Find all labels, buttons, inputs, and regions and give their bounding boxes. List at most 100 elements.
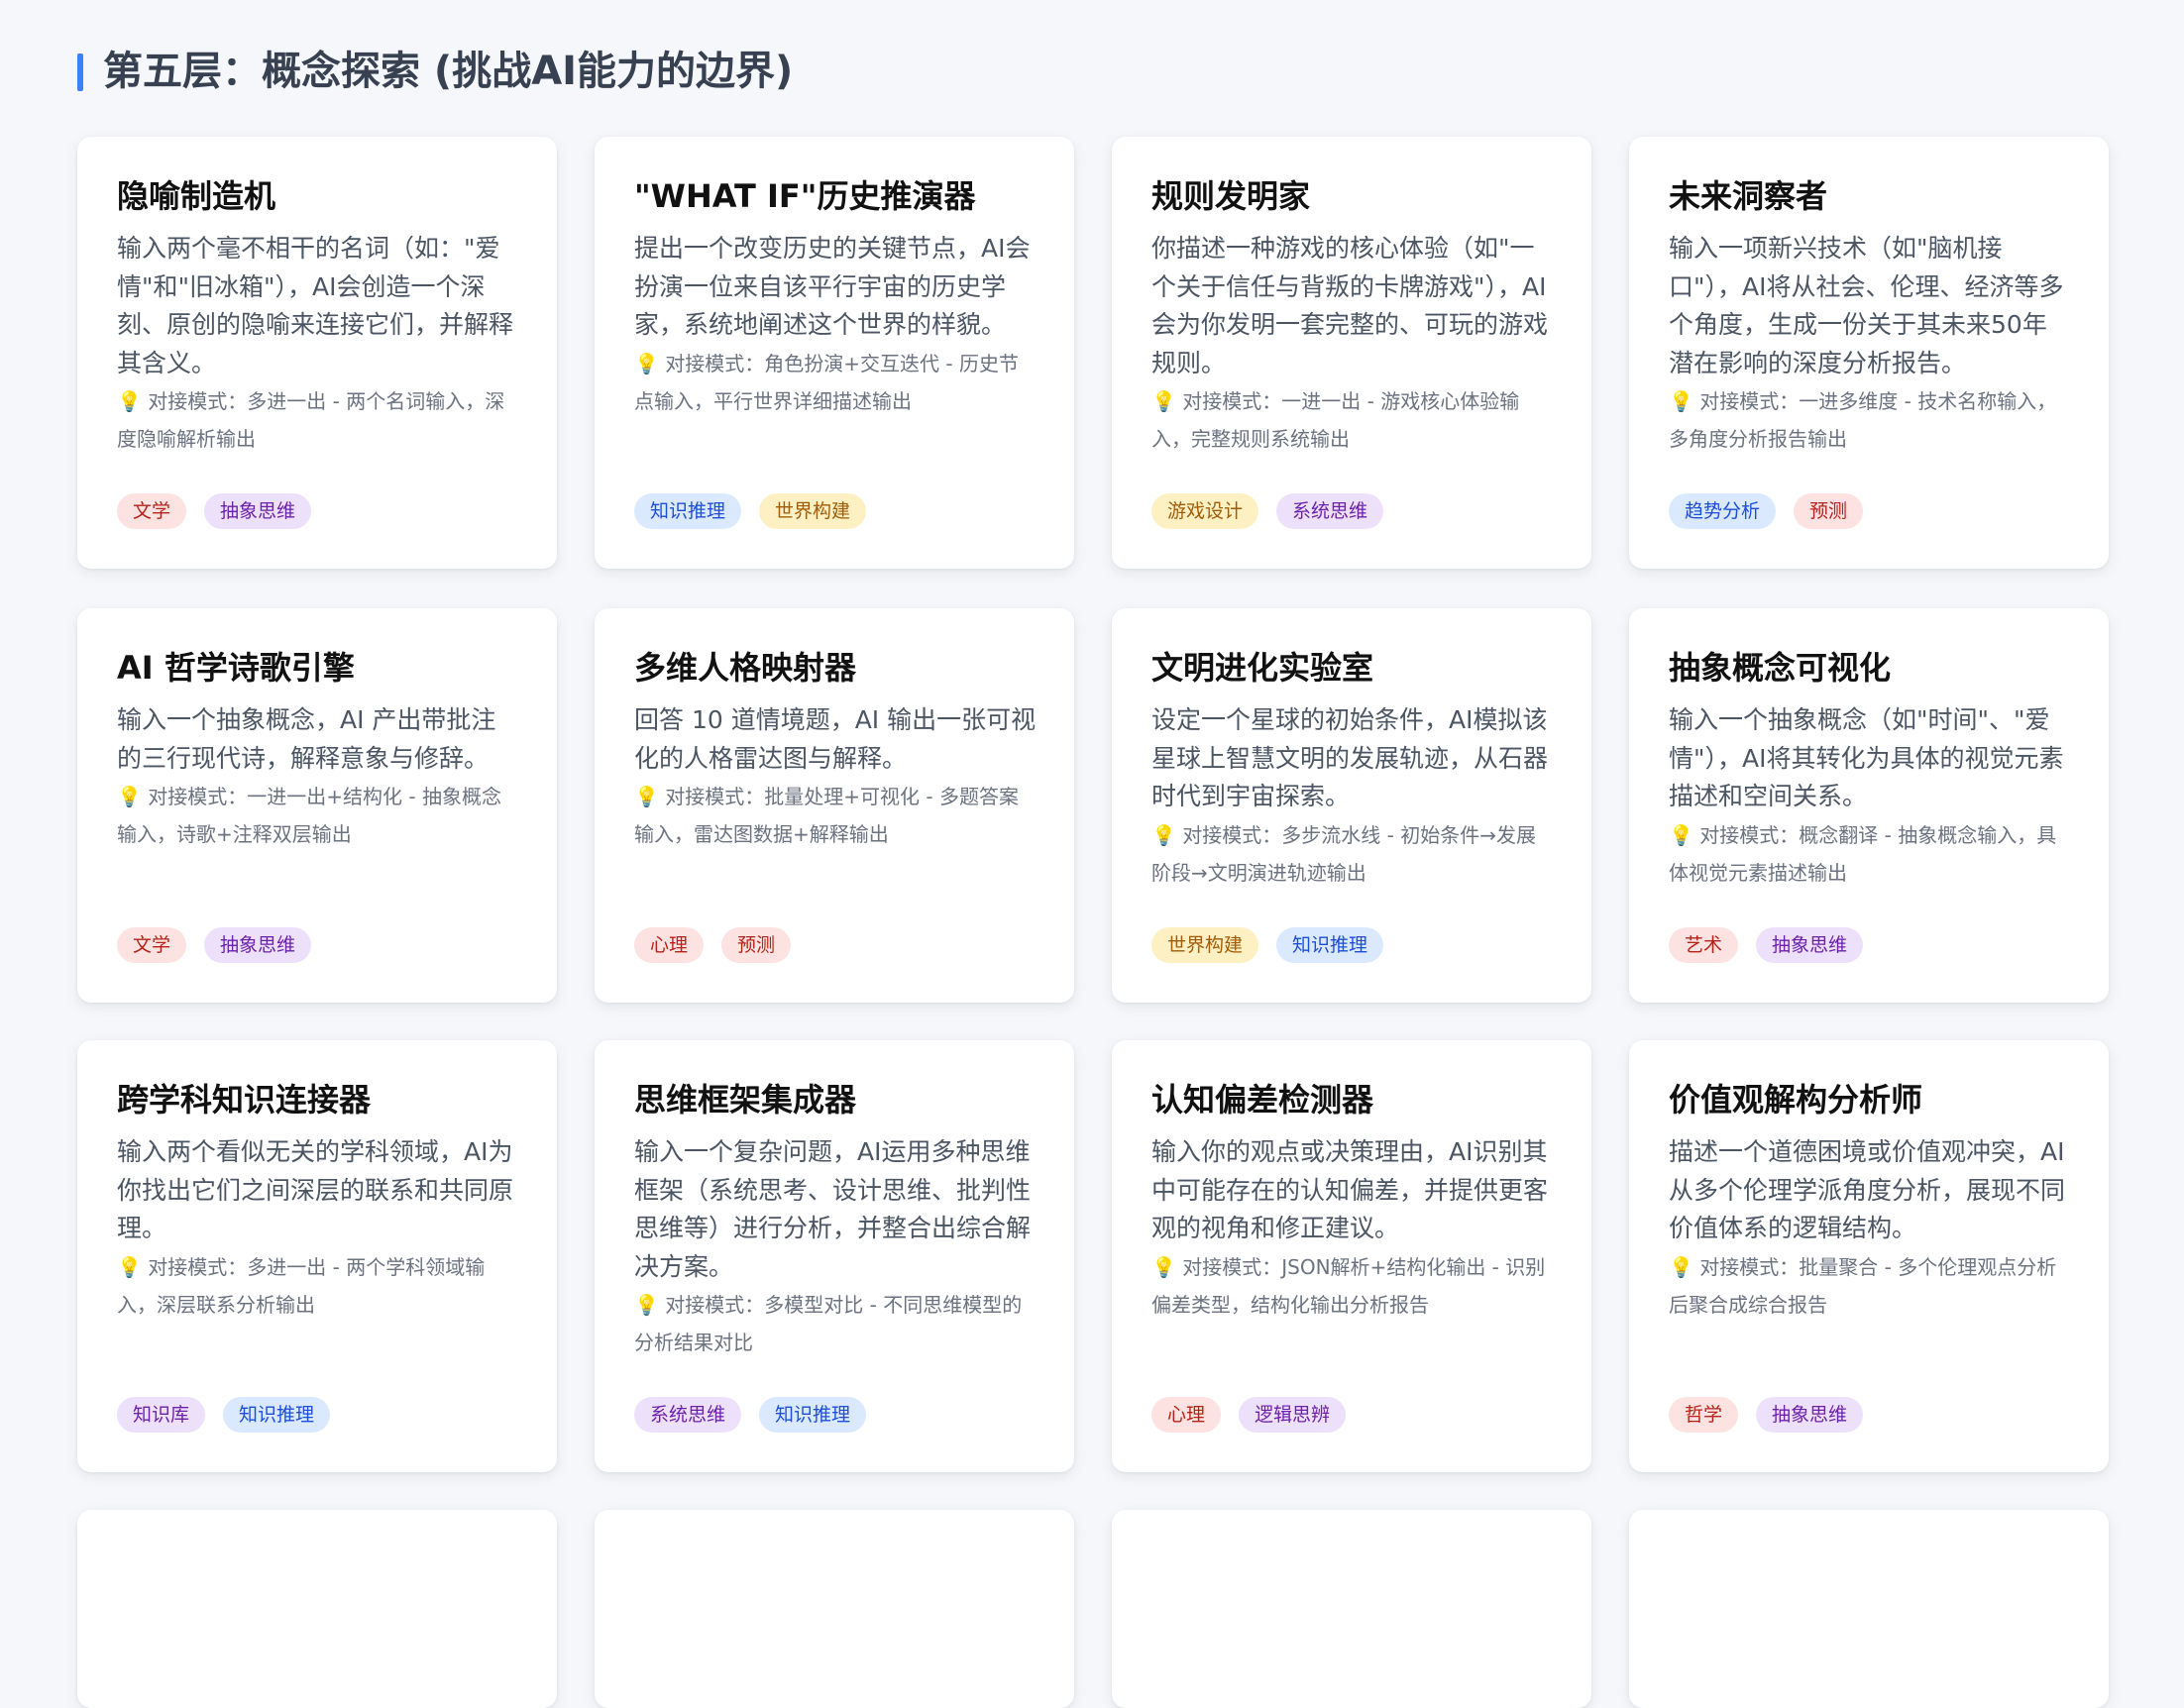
card-tags: 心理 预测 <box>634 927 792 963</box>
tag[interactable]: 文学 <box>117 927 187 963</box>
lightbulb-icon: 💡 <box>634 785 659 808</box>
card-mode-text: 对接模式：一进多维度 - 技术名称输入，多角度分析报告输出 <box>1669 389 2057 451</box>
tag[interactable]: 世界构建 <box>1151 927 1259 963</box>
feature-card[interactable]: 规则发明家 你描述一种游戏的核心体验（如"一个关于信任与背叛的卡牌游戏"），AI… <box>1112 137 1591 569</box>
feature-card-partial[interactable] <box>77 1510 557 1708</box>
feature-card[interactable]: 文明进化实验室 设定一个星球的初始条件，AI模拟该星球上智慧文明的发展轨迹，从石… <box>1112 608 1591 1003</box>
tag[interactable]: 知识库 <box>117 1397 206 1433</box>
lightbulb-icon: 💡 <box>1151 389 1176 413</box>
feature-card[interactable]: 隐喻制造机 输入两个毫不相干的名词（如："爱情"和"旧冰箱"），AI会创造一个深… <box>77 137 557 569</box>
card-tags: 文学 抽象思维 <box>117 493 312 529</box>
feature-card[interactable]: 认知偏差检测器 输入你的观点或决策理由，AI识别其中可能存在的认知偏差，并提供更… <box>1112 1040 1591 1472</box>
feature-card[interactable]: 思维框架集成器 输入一个复杂问题，AI运用多种思维框架（系统思考、设计思维、批判… <box>595 1040 1074 1472</box>
card-mode-text: 对接模式：多步流水线 - 初始条件→发展阶段→文明演进轨迹输出 <box>1151 822 1536 885</box>
feature-card[interactable]: 价值观解构分析师 描述一个道德困境或价值观冲突，AI从多个伦理学派角度分析，展现… <box>1629 1040 2109 1472</box>
card-description: 提出一个改变历史的关键节点，AI会扮演一位来自该平行宇宙的历史学家，系统地阐述这… <box>634 234 1031 339</box>
card-mode: 💡 对接模式：JSON解析+结构化输出 - 识别偏差类型，结构化输出分析报告 <box>1151 1248 1554 1324</box>
feature-card[interactable]: 多维人格映射器 回答 10 道情境题，AI 输出一张可视化的人格雷达图与解释。 … <box>595 608 1074 1003</box>
card-mode-text: 对接模式：批量处理+可视化 - 多题答案输入，雷达图数据+解释输出 <box>634 785 1019 846</box>
card-title: AI 哲学诗歌引擎 <box>117 649 355 687</box>
tag[interactable]: 趋势分析 <box>1669 493 1777 529</box>
tag[interactable]: 哲学 <box>1669 1397 1739 1433</box>
lightbulb-icon: 💡 <box>1669 1254 1693 1279</box>
card-mode: 💡 对接模式：角色扮演+交互迭代 - 历史节点输入，平行世界详细描述输出 <box>634 345 1037 420</box>
card-description: 你描述一种游戏的核心体验（如"一个关于信任与背叛的卡牌游戏"），AI会为你发明一… <box>1151 234 1549 377</box>
card-title: 规则发明家 <box>1151 177 1311 215</box>
tag[interactable]: 文学 <box>117 493 187 529</box>
tag[interactable]: 心理 <box>634 927 705 963</box>
card-mode-text: 对接模式：一进一出+结构化 - 抽象概念输入，诗歌+注释双层输出 <box>117 785 501 846</box>
card-title: 文明进化实验室 <box>1151 649 1374 687</box>
tag[interactable]: 系统思维 <box>1276 493 1384 529</box>
lightbulb-icon: 💡 <box>117 389 142 413</box>
feature-card[interactable]: "WHAT IF"历史推演器 提出一个改变历史的关键节点，AI会扮演一位来自该平… <box>595 137 1074 569</box>
card-description: 输入你的观点或决策理由，AI识别其中可能存在的认知偏差，并提供更客观的视角和修正… <box>1151 1137 1549 1242</box>
section-accent-bar <box>77 53 83 91</box>
tag[interactable]: 游戏设计 <box>1151 493 1259 529</box>
lightbulb-icon: 💡 <box>117 1254 142 1279</box>
card-mode-text: 对接模式：角色扮演+交互迭代 - 历史节点输入，平行世界详细描述输出 <box>634 351 1019 413</box>
card-mode: 💡 对接模式：一进一出 - 游戏核心体验输入，完整规则系统输出 <box>1151 382 1554 458</box>
card-tags: 艺术 抽象思维 <box>1669 927 1864 963</box>
card-title: 未来洞察者 <box>1669 177 1828 215</box>
card-description: 输入一项新兴技术（如"脑机接口"），AI将从社会、伦理、经济等多个角度，生成一份… <box>1669 234 2064 377</box>
card-tags: 心理 逻辑思辨 <box>1151 1397 1347 1433</box>
card-mode-text: 对接模式：多进一出 - 两个名词输入，深度隐喻解析输出 <box>117 389 505 451</box>
tag[interactable]: 知识推理 <box>223 1397 331 1433</box>
card-description: 设定一个星球的初始条件，AI模拟该星球上智慧文明的发展轨迹，从石器时代到宇宙探索… <box>1151 705 1549 810</box>
card-title: "WHAT IF"历史推演器 <box>634 177 976 215</box>
card-tags: 系统思维 知识推理 <box>634 1397 867 1433</box>
card-title: 隐喻制造机 <box>117 177 276 215</box>
lightbulb-icon: 💡 <box>1669 822 1693 847</box>
tag[interactable]: 抽象思维 <box>204 493 312 529</box>
lightbulb-icon: 💡 <box>1669 389 1693 413</box>
lightbulb-icon: 💡 <box>1151 1254 1176 1279</box>
card-title: 价值观解构分析师 <box>1669 1081 1923 1119</box>
tag[interactable]: 预测 <box>721 927 792 963</box>
tag[interactable]: 心理 <box>1151 1397 1222 1433</box>
feature-card-partial[interactable] <box>1629 1510 2109 1708</box>
card-description: 输入一个抽象概念（如"时间"、"爱情"），AI将其转化为具体的视觉元素描述和空间… <box>1669 705 2064 810</box>
card-tags: 知识库 知识推理 <box>117 1397 331 1433</box>
tag[interactable]: 逻辑思辨 <box>1239 1397 1347 1433</box>
feature-card-partial[interactable] <box>595 1510 1074 1708</box>
card-mode: 💡 对接模式：一进多维度 - 技术名称输入，多角度分析报告输出 <box>1669 382 2071 458</box>
tag[interactable]: 知识推理 <box>759 1397 867 1433</box>
lightbulb-icon: 💡 <box>634 1293 659 1317</box>
feature-card[interactable]: 抽象概念可视化 输入一个抽象概念（如"时间"、"爱情"），AI将其转化为具体的视… <box>1629 608 2109 1003</box>
tag[interactable]: 抽象思维 <box>1756 927 1864 963</box>
tag[interactable]: 抽象思维 <box>1756 1397 1864 1433</box>
card-title: 跨学科知识连接器 <box>117 1081 372 1119</box>
card-title: 抽象概念可视化 <box>1669 649 1892 687</box>
tag[interactable]: 知识推理 <box>634 493 742 529</box>
feature-card[interactable]: 未来洞察者 输入一项新兴技术（如"脑机接口"），AI将从社会、伦理、经济等多个角… <box>1629 137 2109 569</box>
card-title: 思维框架集成器 <box>634 1081 857 1119</box>
card-mode: 💡 对接模式：多进一出 - 两个名词输入，深度隐喻解析输出 <box>117 382 519 458</box>
section-title: 第五层：概念探索 (挑战AI能力的边界) <box>77 50 793 93</box>
card-tags: 趋势分析 预测 <box>1669 493 1864 529</box>
card-mode-text: 对接模式：一进一出 - 游戏核心体验输入，完整规则系统输出 <box>1151 389 1520 451</box>
tag[interactable]: 预测 <box>1794 493 1864 529</box>
tag[interactable]: 系统思维 <box>634 1397 742 1433</box>
card-mode-text: 对接模式：JSON解析+结构化输出 - 识别偏差类型，结构化输出分析报告 <box>1151 1254 1546 1317</box>
card-description: 输入一个复杂问题，AI运用多种思维框架（系统思考、设计思维、批判性思维等）进行分… <box>634 1137 1032 1281</box>
card-mode: 💡 对接模式：批量聚合 - 多个伦理观点分析后聚合成综合报告 <box>1669 1248 2071 1324</box>
card-mode-text: 对接模式：多进一出 - 两个学科领域输入，深层联系分析输出 <box>117 1254 486 1317</box>
feature-card[interactable]: AI 哲学诗歌引擎 输入一个抽象概念，AI 产出带批注的三行现代诗，解释意象与修… <box>77 608 557 1003</box>
card-mode-text: 对接模式：多模型对比 - 不同思维模型的分析结果对比 <box>634 1293 1023 1354</box>
card-title: 认知偏差检测器 <box>1151 1081 1374 1119</box>
section-title-text: 第五层：概念探索 (挑战AI能力的边界) <box>103 49 794 94</box>
lightbulb-icon: 💡 <box>634 351 659 375</box>
card-tags: 哲学 抽象思维 <box>1669 1397 1864 1433</box>
card-mode-text: 对接模式：概念翻译 - 抽象概念输入，具体视觉元素描述输出 <box>1669 822 2057 885</box>
tag[interactable]: 抽象思维 <box>204 927 312 963</box>
card-description: 回答 10 道情境题，AI 输出一张可视化的人格雷达图与解释。 <box>634 705 1037 773</box>
feature-card-partial[interactable] <box>1112 1510 1591 1708</box>
tag[interactable]: 艺术 <box>1669 927 1739 963</box>
tag[interactable]: 知识推理 <box>1276 927 1384 963</box>
card-mode: 💡 对接模式：多步流水线 - 初始条件→发展阶段→文明演进轨迹输出 <box>1151 816 1554 892</box>
feature-card[interactable]: 跨学科知识连接器 输入两个看似无关的学科领域，AI为你找出它们之间深层的联系和共… <box>77 1040 557 1472</box>
card-mode: 💡 对接模式：多模型对比 - 不同思维模型的分析结果对比 <box>634 1286 1037 1361</box>
tag[interactable]: 世界构建 <box>759 493 867 529</box>
lightbulb-icon: 💡 <box>1151 822 1176 847</box>
